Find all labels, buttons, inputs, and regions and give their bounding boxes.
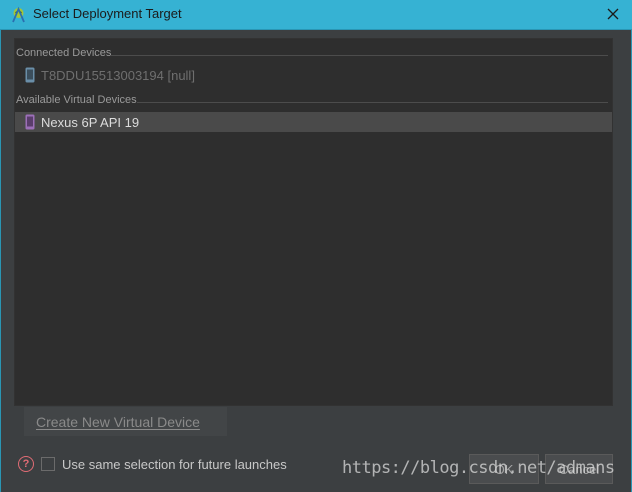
window-border-left xyxy=(0,30,1,492)
same-selection-label: Use same selection for future launches xyxy=(62,457,287,472)
header-divider xyxy=(137,102,608,103)
available-virtual-devices-header-label: Available Virtual Devices xyxy=(16,94,143,106)
device-list-panel: Connected Devices T8DDU15513003194 [null… xyxy=(14,38,613,406)
create-button-label: Create New Virtual Device xyxy=(36,413,200,430)
header-divider xyxy=(110,55,608,56)
phone-icon xyxy=(25,114,35,130)
connected-devices-header-label: Connected Devices xyxy=(16,47,118,59)
close-button[interactable] xyxy=(602,3,624,25)
connected-device-row[interactable]: T8DDU15513003194 [null] xyxy=(15,65,612,85)
connected-devices-header: Connected Devices xyxy=(15,47,612,61)
virtual-device-row[interactable]: Nexus 6P API 19 xyxy=(15,112,612,132)
help-icon[interactable]: ? xyxy=(18,456,34,472)
device-label: Nexus 6P API 19 xyxy=(41,115,140,130)
watermark-text: https://blog.csdn.net/admans xyxy=(342,458,615,478)
device-label: T8DDU15513003194 [null] xyxy=(41,68,195,83)
same-selection-checkbox[interactable] xyxy=(41,457,55,471)
available-virtual-devices-header: Available Virtual Devices xyxy=(15,94,612,108)
dialog-title: Select Deployment Target xyxy=(33,6,182,21)
android-studio-icon xyxy=(12,6,25,23)
close-icon xyxy=(607,8,619,20)
phone-icon xyxy=(25,67,35,83)
create-new-virtual-device-button[interactable]: Create New Virtual Device xyxy=(24,407,227,436)
title-bar: Select Deployment Target xyxy=(0,0,632,30)
